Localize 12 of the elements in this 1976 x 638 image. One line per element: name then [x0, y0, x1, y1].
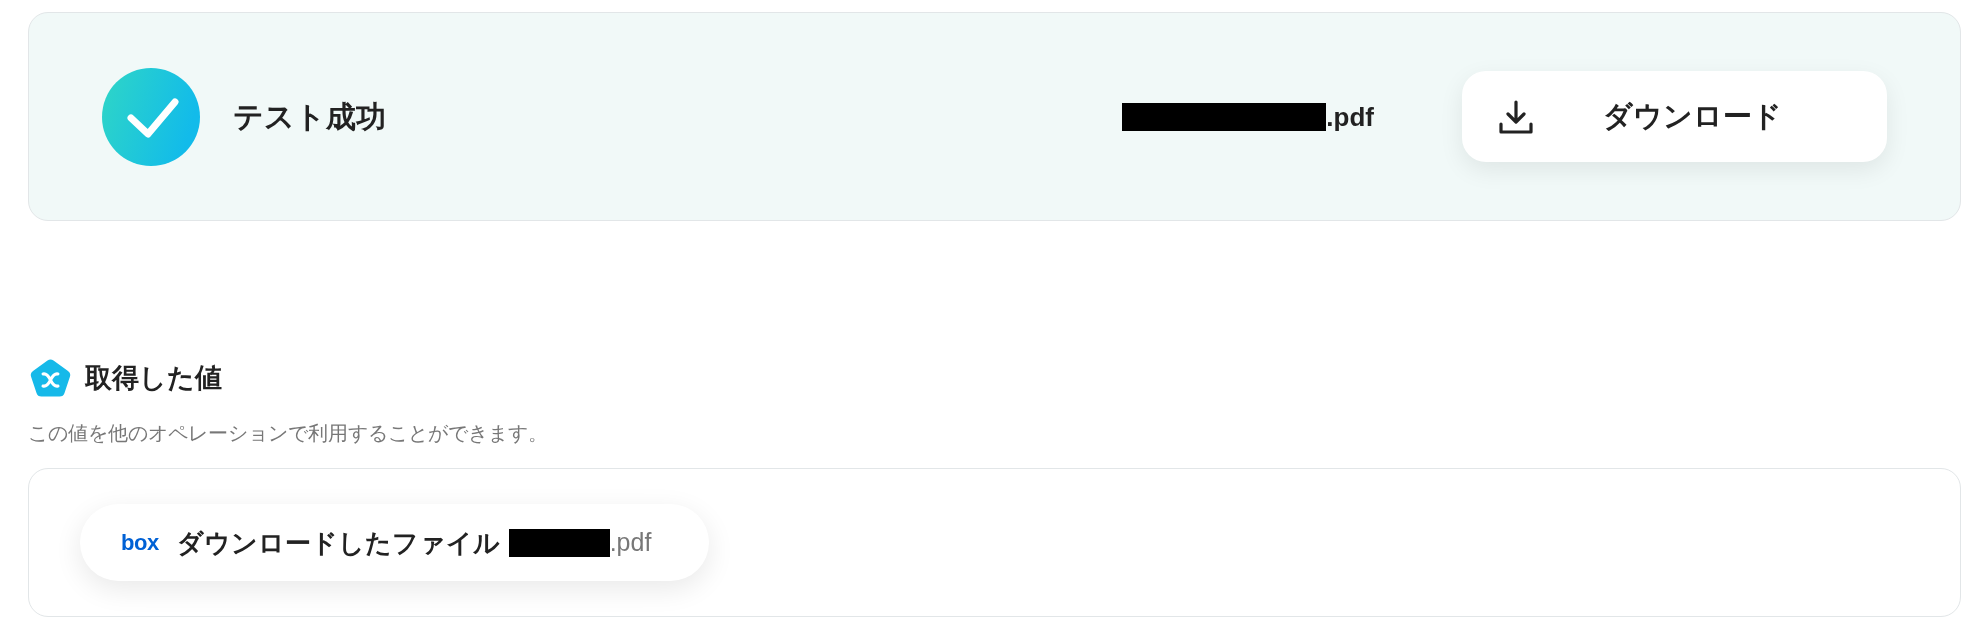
file-extension: .pdf — [1326, 103, 1374, 130]
value-chip[interactable]: box ダウンロードしたファイル .pdf — [80, 504, 710, 581]
section-title: 取得した値 — [85, 364, 222, 392]
section-description: この値を他のオペレーションで利用することができます。 — [28, 421, 548, 446]
check-circle-icon — [102, 67, 200, 166]
pentagon-icon — [30, 359, 71, 397]
file-extension: .pdf — [609, 530, 652, 555]
download-icon — [1499, 99, 1533, 134]
status-text: テスト成功 — [233, 101, 386, 132]
service-logo: box — [121, 531, 159, 554]
download-button[interactable]: ダウンロード — [1462, 71, 1887, 162]
value-label: ダウンロードしたファイル — [176, 529, 500, 556]
